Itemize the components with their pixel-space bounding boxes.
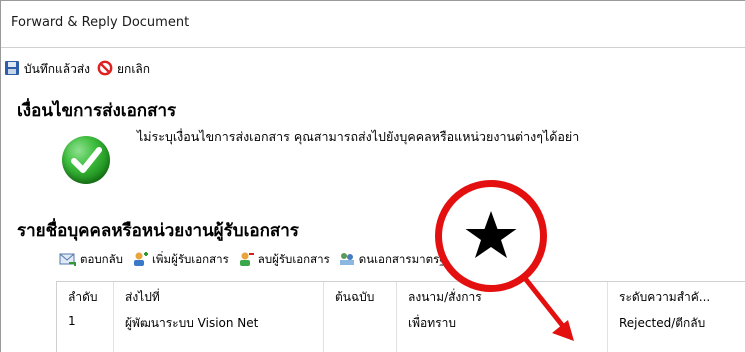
- star-icon: [465, 211, 517, 258]
- annotation-arrow: [518, 270, 574, 341]
- annotation-circle: [435, 180, 547, 292]
